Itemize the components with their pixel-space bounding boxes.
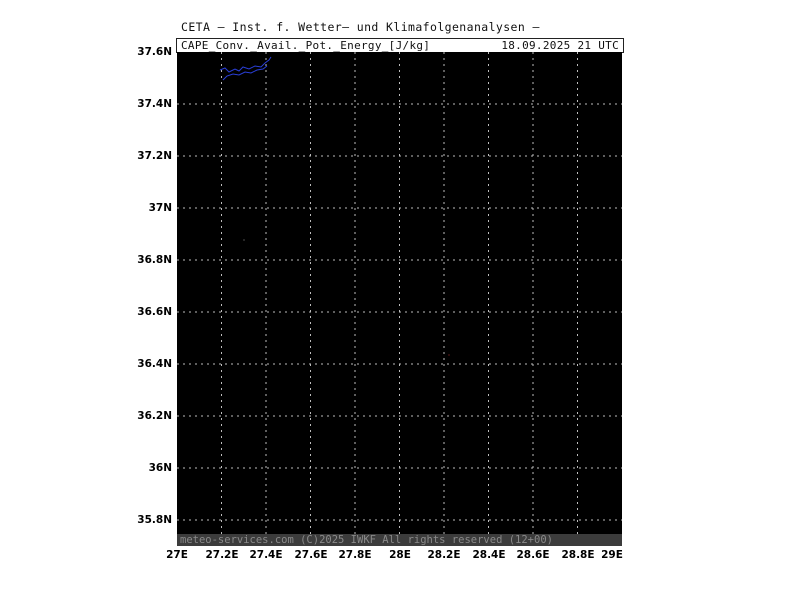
terrain-dot (448, 354, 450, 356)
terrain-dot (243, 239, 245, 241)
lon-label: 28E (389, 549, 411, 561)
coastline-path (219, 56, 272, 81)
lon-label: 28.8E (561, 549, 595, 561)
parameter-label: CAPE_Conv._Avail._Pot._Energy_[J/kg] (181, 39, 431, 52)
lon-label: 27E (166, 549, 188, 561)
lat-label: 36.2N (137, 410, 172, 422)
lat-label: 36.4N (137, 358, 172, 370)
longitude-gridlines (221, 52, 578, 546)
lon-label: 28.2E (427, 549, 461, 561)
lat-label: 37.6N (137, 46, 172, 58)
lon-label: 27.2E (205, 549, 239, 561)
lat-label: 36.6N (137, 306, 172, 318)
lon-label: 27.4E (249, 549, 283, 561)
datetime-label: 18.09.2025 21 UTC (501, 39, 619, 52)
lat-label: 37.2N (137, 150, 172, 162)
lon-label: 28.4E (472, 549, 506, 561)
lat-label: 36N (148, 462, 172, 474)
lat-label: 36.8N (137, 254, 172, 266)
map-canvas (177, 52, 622, 546)
institute-header: CETA – Inst. f. Wetter– und Klimafolgena… (181, 20, 540, 34)
weather-map: meteo-services.com (C)2025 IWKF All righ… (177, 52, 622, 546)
lat-label: 35.8N (137, 514, 172, 526)
lat-label: 37.4N (137, 98, 172, 110)
map-title-box: CAPE_Conv._Avail._Pot._Energy_[J/kg] 18.… (176, 38, 624, 53)
lon-label: 28.6E (516, 549, 550, 561)
lon-label: 27.8E (338, 549, 372, 561)
lat-label: 37N (148, 202, 172, 214)
copyright-footer: meteo-services.com (C)2025 IWKF All righ… (177, 534, 622, 546)
lon-label: 27.6E (294, 549, 328, 561)
lon-label: 29E (601, 549, 623, 561)
